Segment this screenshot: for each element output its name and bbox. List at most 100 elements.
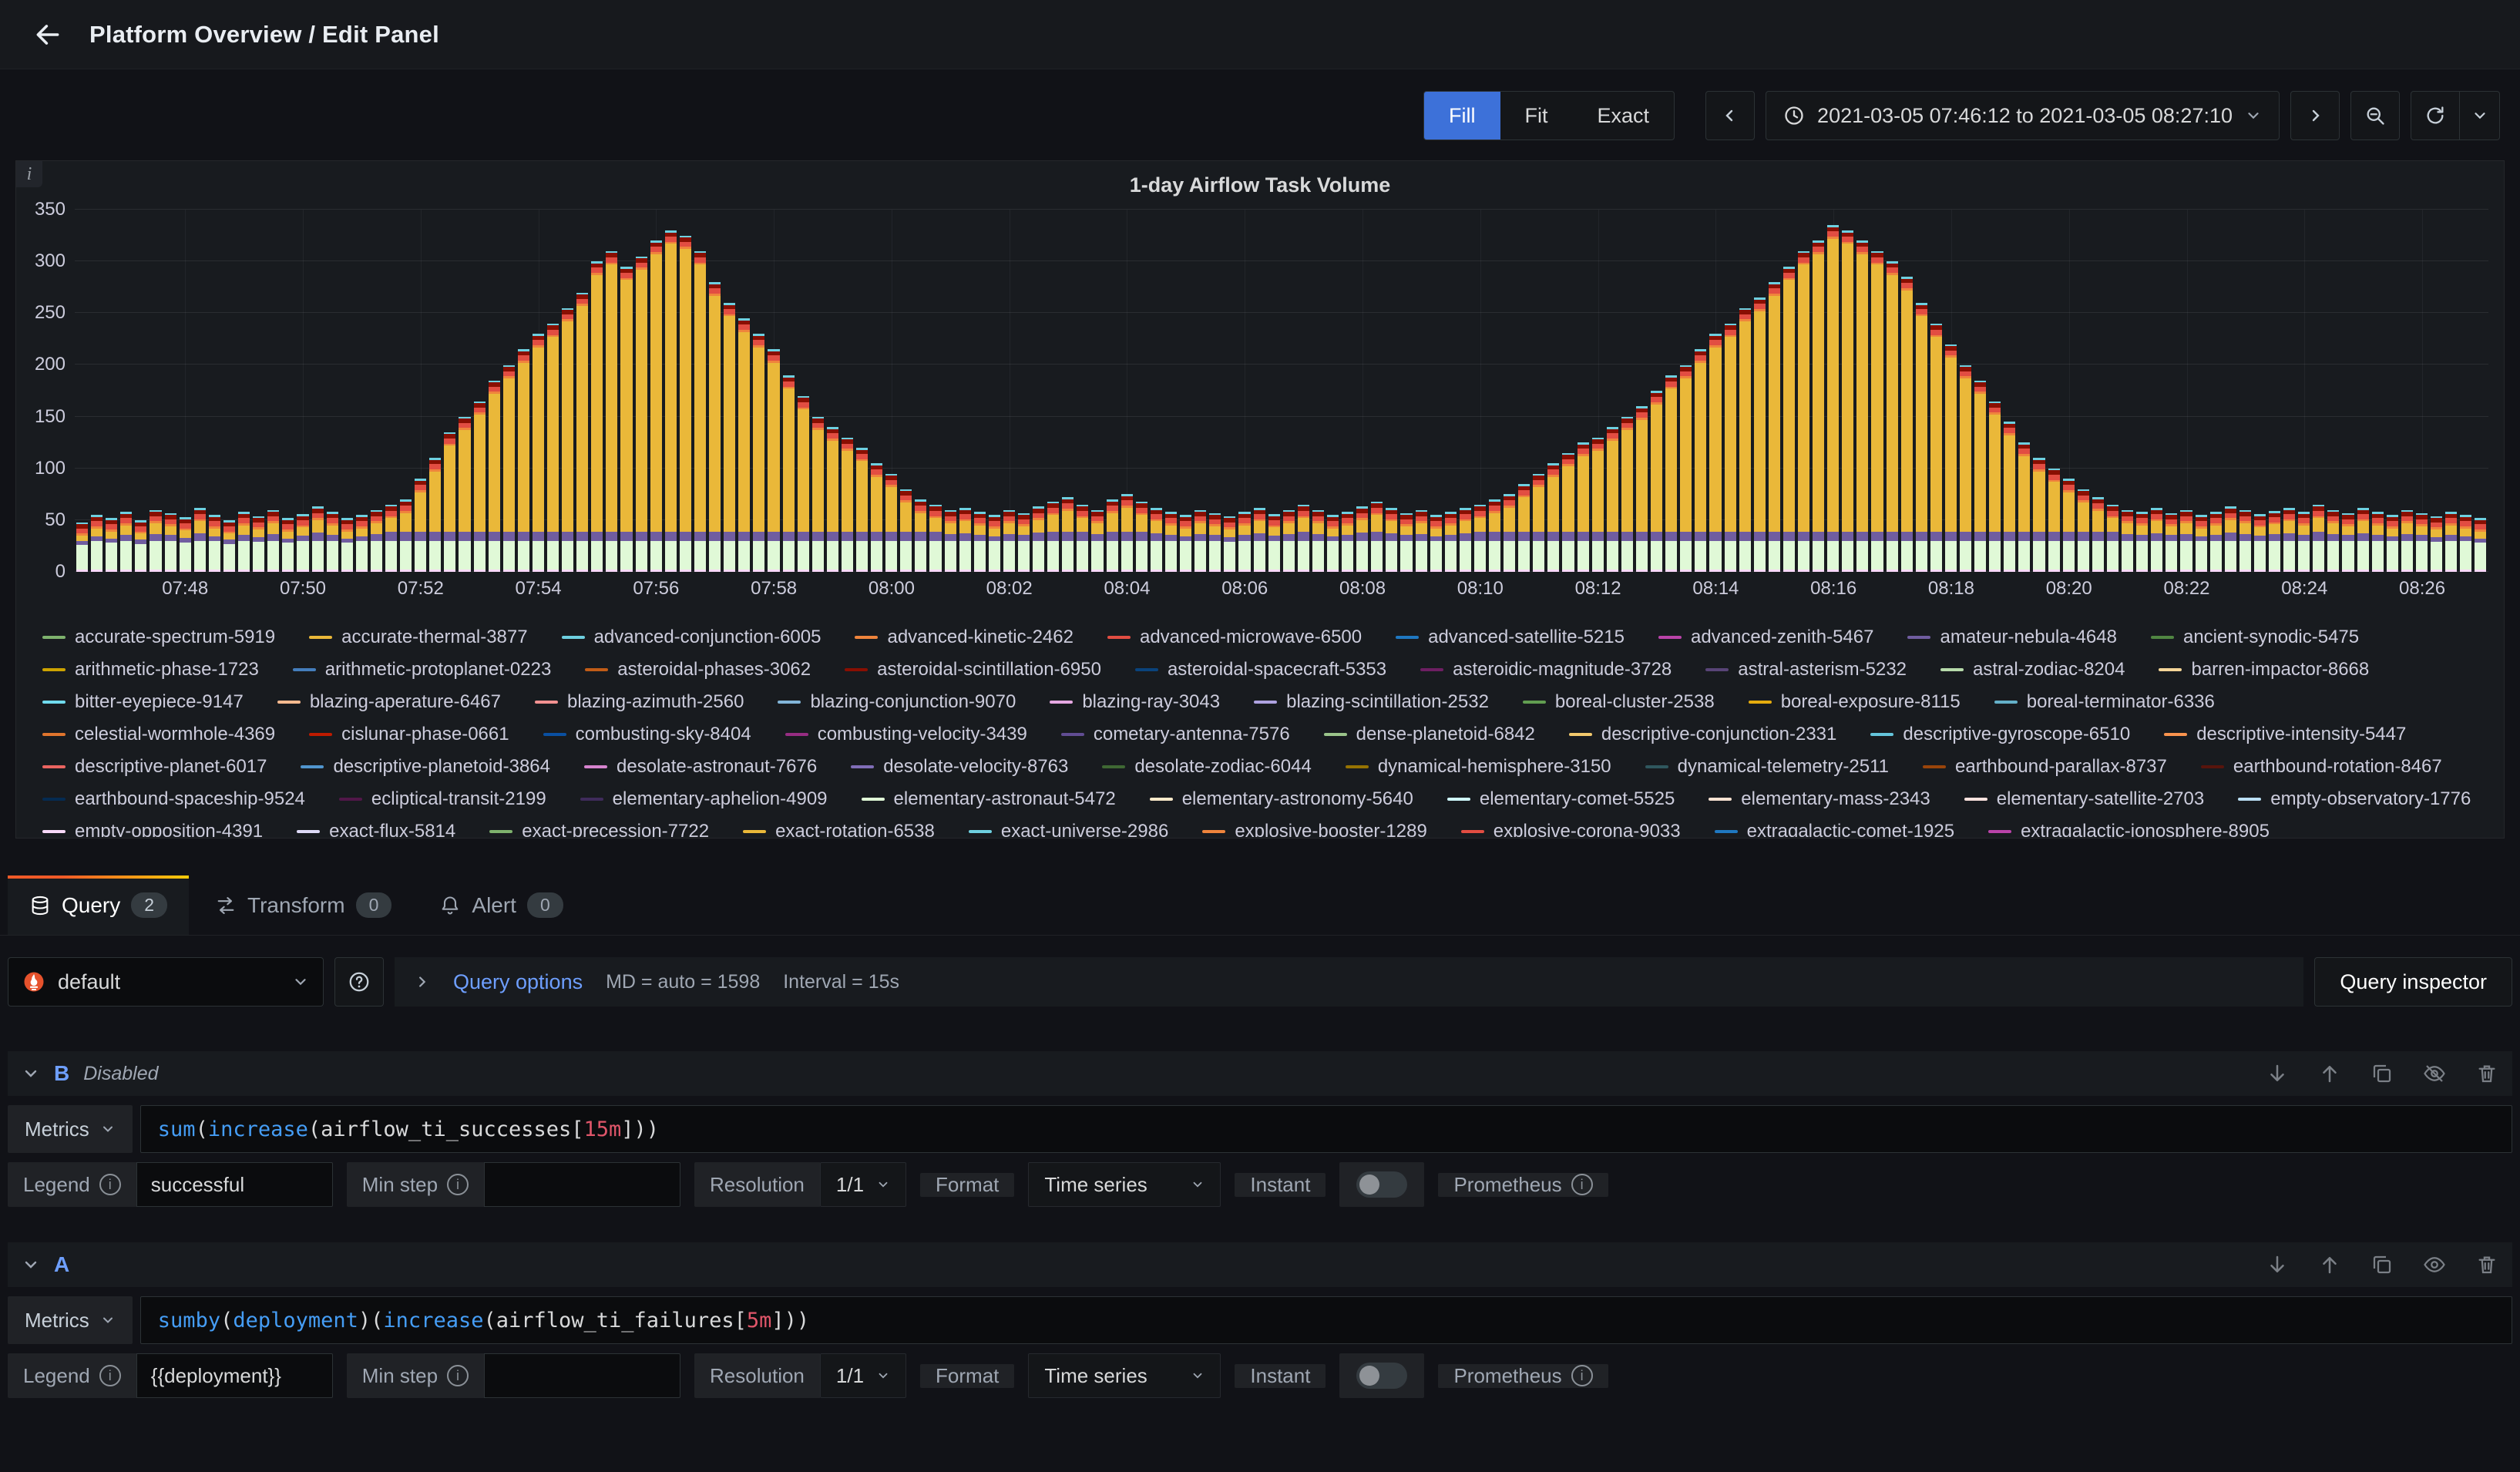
move-query-down-button[interactable]: [2266, 1253, 2289, 1276]
eye-off-icon[interactable]: [2423, 1062, 2446, 1085]
legend-item[interactable]: elementary-satellite-2703: [1964, 783, 2204, 815]
tab-transform[interactable]: Transform 0: [193, 875, 413, 935]
legend-item[interactable]: combusting-sky-8404: [543, 718, 751, 751]
metrics-dropdown[interactable]: Metrics: [8, 1296, 133, 1344]
legend-item[interactable]: explosive-corona-9033: [1461, 815, 1681, 837]
legend-item[interactable]: empty-observatory-1776: [2238, 783, 2471, 815]
legend-item[interactable]: celestial-wormhole-4369: [42, 718, 275, 751]
duplicate-query-button[interactable]: [2370, 1253, 2394, 1276]
legend-item[interactable]: elementary-mass-2343: [1709, 783, 1930, 815]
legend-item[interactable]: exact-rotation-6538: [743, 815, 935, 837]
legend-item[interactable]: elementary-aphelion-4909: [580, 783, 828, 815]
min-step-input[interactable]: [484, 1162, 680, 1207]
refresh-interval-dropdown[interactable]: [2460, 91, 2500, 140]
legend-item[interactable]: accurate-spectrum-5919: [42, 621, 275, 654]
legend-item[interactable]: exact-precession-7722: [489, 815, 709, 837]
legend-item[interactable]: advanced-zenith-5467: [1658, 621, 1874, 654]
legend-item[interactable]: dynamical-hemisphere-3150: [1346, 751, 1611, 783]
time-range-picker[interactable]: 2021-03-05 07:46:12 to 2021-03-05 08:27:…: [1766, 91, 2280, 140]
legend-item[interactable]: boreal-cluster-2538: [1523, 686, 1715, 718]
delete-query-button[interactable]: [2475, 1062, 2498, 1085]
move-query-up-button[interactable]: [2318, 1062, 2341, 1085]
legend-item[interactable]: earthbound-parallax-8737: [1923, 751, 2167, 783]
legend-item[interactable]: bitter-eyepiece-9147: [42, 686, 244, 718]
legend-item[interactable]: explosive-booster-1289: [1202, 815, 1426, 837]
legend-item[interactable]: exact-flux-5814: [297, 815, 455, 837]
legend-item[interactable]: boreal-exposure-8115: [1749, 686, 1961, 718]
instant-toggle[interactable]: [1356, 1363, 1407, 1389]
legend-item[interactable]: cometary-antenna-7576: [1061, 718, 1290, 751]
legend-item[interactable]: blazing-aperature-6467: [277, 686, 501, 718]
legend-item[interactable]: advanced-kinetic-2462: [855, 621, 1074, 654]
eye-icon[interactable]: [2423, 1253, 2446, 1276]
tab-alert[interactable]: Alert 0: [418, 875, 584, 935]
metrics-dropdown[interactable]: Metrics: [8, 1105, 133, 1153]
legend-item[interactable]: blazing-conjunction-9070: [778, 686, 1016, 718]
query-options-bar[interactable]: Query options MD = auto = 1598 Interval …: [395, 957, 2303, 1007]
legend-item[interactable]: dynamical-telemetry-2511: [1645, 751, 1889, 783]
legend-item[interactable]: boreal-terminator-6336: [1994, 686, 2215, 718]
move-query-up-button[interactable]: [2318, 1253, 2341, 1276]
legend-item[interactable]: descriptive-planet-6017: [42, 751, 267, 783]
legend-item[interactable]: cislunar-phase-0661: [309, 718, 509, 751]
legend-item[interactable]: earthbound-spaceship-9524: [42, 783, 305, 815]
chevron-down-icon[interactable]: [22, 1255, 40, 1274]
legend-item[interactable]: descriptive-intensity-5447: [2164, 718, 2406, 751]
refresh-button[interactable]: [2411, 91, 2460, 140]
move-query-down-button[interactable]: [2266, 1062, 2289, 1085]
instant-toggle[interactable]: [1356, 1171, 1407, 1198]
legend-item[interactable]: asteroidal-phases-3062: [585, 654, 811, 686]
chevron-down-icon[interactable]: [22, 1064, 40, 1083]
legend-item[interactable]: combusting-velocity-3439: [785, 718, 1027, 751]
legend-item[interactable]: desolate-astronaut-7676: [584, 751, 817, 783]
legend-item[interactable]: ancient-synodic-5475: [2151, 621, 2359, 654]
datasource-picker[interactable]: default: [8, 957, 324, 1007]
legend-item[interactable]: advanced-microwave-6500: [1107, 621, 1362, 654]
legend-item[interactable]: extragalactic-ionosphere-8905: [1988, 815, 2270, 837]
time-shift-forward-button[interactable]: [2290, 91, 2340, 140]
legend-item[interactable]: blazing-ray-3043: [1050, 686, 1220, 718]
legend-item[interactable]: elementary-astronaut-5472: [862, 783, 1116, 815]
legend-item[interactable]: arithmetic-phase-1723: [42, 654, 259, 686]
duplicate-query-button[interactable]: [2370, 1062, 2394, 1085]
legend-item[interactable]: accurate-thermal-3877: [309, 621, 527, 654]
resolution-select[interactable]: 1/1: [820, 1162, 906, 1207]
tab-query[interactable]: Query 2: [8, 875, 189, 935]
resolution-select[interactable]: 1/1: [820, 1353, 906, 1398]
legend-item[interactable]: elementary-astronomy-5640: [1150, 783, 1413, 815]
legend-item[interactable]: extragalactic-comet-1925: [1715, 815, 1954, 837]
legend-item[interactable]: earthbound-rotation-8467: [2201, 751, 2442, 783]
legend-item[interactable]: desolate-velocity-8763: [851, 751, 1068, 783]
legend-input[interactable]: {{deployment}}: [136, 1353, 333, 1398]
legend-item[interactable]: descriptive-conjunction-2331: [1569, 718, 1837, 751]
legend-item[interactable]: dense-planetoid-6842: [1324, 718, 1535, 751]
legend-item[interactable]: elementary-comet-5525: [1447, 783, 1675, 815]
min-step-input[interactable]: [484, 1353, 680, 1398]
zoom-out-button[interactable]: [2350, 91, 2400, 140]
promql-expression-input[interactable]: sum by (deployment)(increase(airflow_ti_…: [140, 1296, 2512, 1344]
legend-item[interactable]: ecliptical-transit-2199: [339, 783, 546, 815]
legend-item[interactable]: barren-impactor-8668: [2159, 654, 2369, 686]
legend-item[interactable]: blazing-scintillation-2532: [1254, 686, 1489, 718]
legend-item[interactable]: astral-asterism-5232: [1705, 654, 1907, 686]
legend-item[interactable]: advanced-conjunction-6005: [562, 621, 822, 654]
back-button[interactable]: [26, 13, 69, 56]
datasource-help-button[interactable]: [334, 957, 384, 1007]
view-mode-exact-button[interactable]: Exact: [1573, 92, 1675, 139]
query-inspector-button[interactable]: Query inspector: [2314, 957, 2512, 1007]
time-shift-back-button[interactable]: [1705, 91, 1755, 140]
legend-item[interactable]: astral-zodiac-8204: [1940, 654, 2125, 686]
legend-item[interactable]: asteroidal-scintillation-6950: [845, 654, 1101, 686]
legend-input[interactable]: successful: [136, 1162, 333, 1207]
view-mode-fit-button[interactable]: Fit: [1500, 92, 1573, 139]
legend-item[interactable]: descriptive-gyroscope-6510: [1870, 718, 2130, 751]
legend-item[interactable]: exact-universe-2986: [969, 815, 1168, 837]
promql-expression-input[interactable]: sum(increase(airflow_ti_successes[15m])): [140, 1105, 2512, 1153]
format-select[interactable]: Time series: [1028, 1353, 1221, 1398]
legend-item[interactable]: advanced-satellite-5215: [1396, 621, 1625, 654]
format-select[interactable]: Time series: [1028, 1162, 1221, 1207]
legend-item[interactable]: descriptive-planetoid-3864: [301, 751, 550, 783]
query-header[interactable]: A: [8, 1242, 2512, 1287]
delete-query-button[interactable]: [2475, 1253, 2498, 1276]
legend-item[interactable]: desolate-zodiac-6044: [1102, 751, 1312, 783]
